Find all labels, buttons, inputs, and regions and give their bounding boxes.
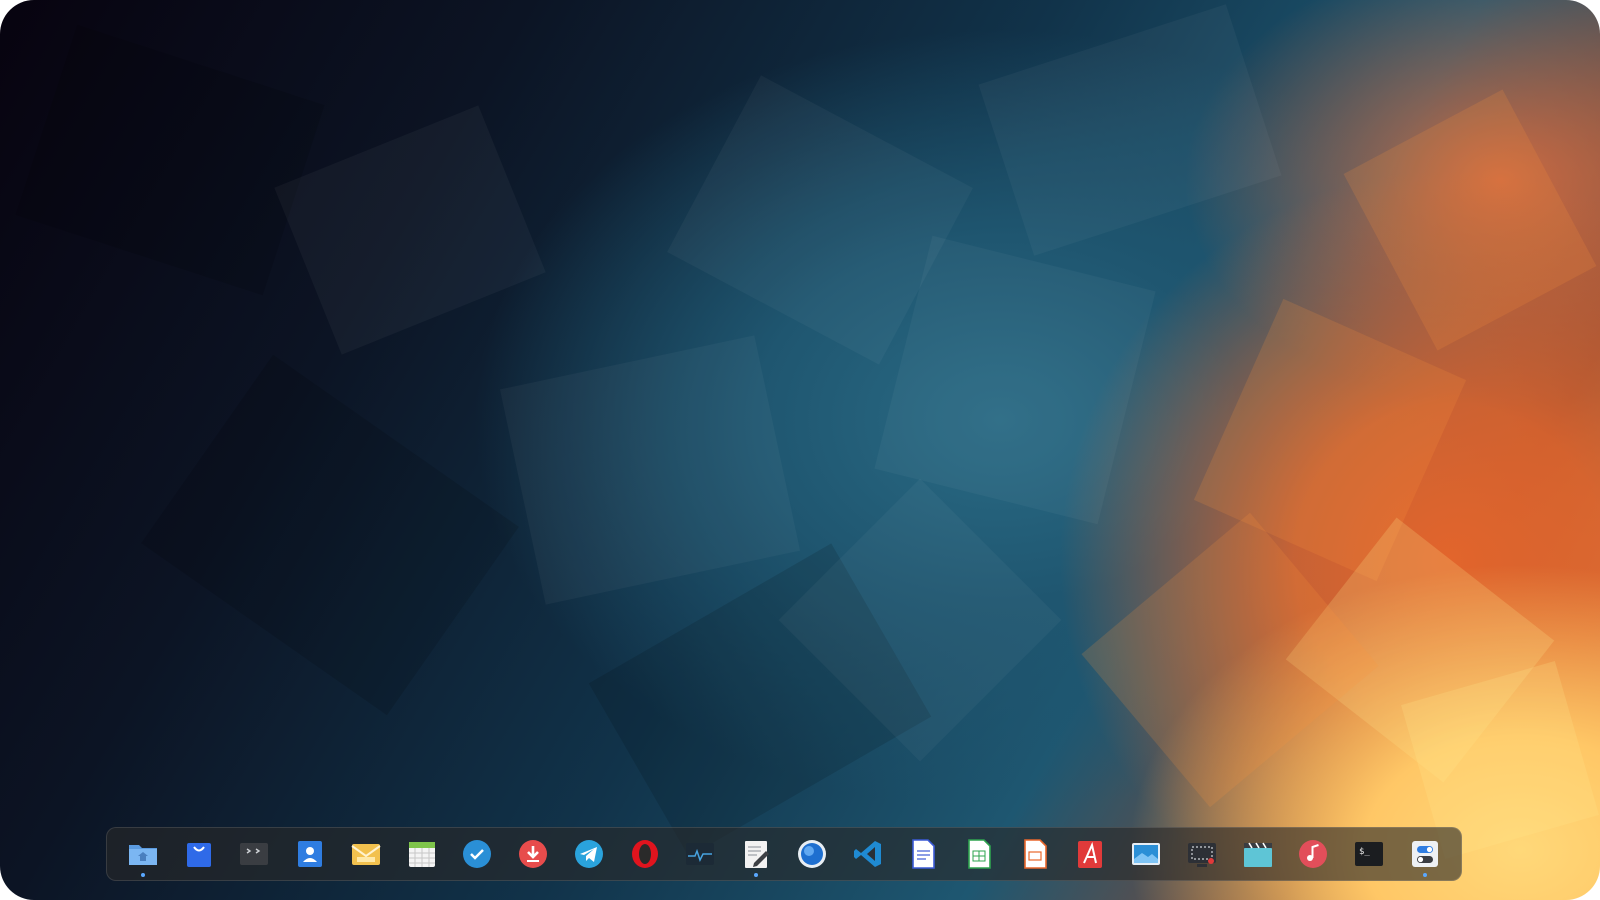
dock-item-multitask-view[interactable]: [236, 835, 272, 873]
image-viewer-icon: [1132, 843, 1161, 865]
wallpaper-shard: [499, 335, 801, 605]
running-indicator: [141, 873, 145, 877]
dock-item-mail[interactable]: [348, 835, 384, 873]
dock-item-contacts[interactable]: [292, 835, 328, 873]
movie-player-icon: [1243, 842, 1272, 867]
web-browser-icon: [797, 840, 826, 868]
control-center-icon: [1411, 841, 1438, 867]
dock-item-file-manager[interactable]: [125, 835, 161, 877]
dock-item-terminal[interactable]: $_: [1351, 835, 1387, 873]
file-manager-icon: [129, 845, 157, 865]
vscode-icon: [853, 841, 881, 867]
desktop-wallpaper: $_: [0, 0, 1600, 900]
opera-browser-icon: [631, 840, 658, 868]
dock-item-pdf-reader[interactable]: [1072, 835, 1108, 873]
system-monitor-icon: [686, 843, 715, 865]
wallpaper-shard: [141, 354, 519, 716]
terminal-prompt-glyph: $_: [1359, 847, 1370, 857]
dock-item-vscode[interactable]: [850, 835, 886, 873]
dock-item-document-writer[interactable]: [905, 835, 941, 873]
wallpaper-shard: [978, 4, 1282, 256]
dock-item-downloader[interactable]: [515, 835, 551, 873]
app-store-icon: [186, 843, 211, 867]
dock-item-telegram[interactable]: [571, 835, 607, 873]
music-player-icon: [1299, 840, 1328, 868]
dock-item-tasks[interactable]: [459, 835, 495, 873]
telegram-icon: [574, 840, 603, 868]
dock-item-movie-player[interactable]: [1240, 835, 1276, 873]
multitask-view-icon: [240, 843, 269, 865]
text-editor-icon: [745, 841, 770, 868]
dock-item-control-center[interactable]: [1407, 835, 1443, 877]
calendar-icon: [408, 842, 435, 867]
dock-item-system-monitor[interactable]: [682, 835, 718, 873]
dock-item-presentation[interactable]: [1017, 835, 1053, 873]
dock-item-web-browser[interactable]: [794, 835, 830, 873]
wallpaper-shard: [15, 24, 325, 296]
document-writer-icon: [912, 839, 936, 869]
dock-item-opera[interactable]: [627, 835, 663, 873]
mail-icon: [351, 844, 381, 865]
wallpaper-shard: [1343, 89, 1597, 351]
dock-item-screen-recorder[interactable]: [1184, 835, 1220, 873]
dock: $_: [106, 827, 1462, 881]
running-indicator: [1422, 873, 1427, 877]
tasks-check-icon: [463, 840, 492, 868]
dock-item-music-player[interactable]: [1295, 835, 1331, 873]
wallpaper-shard: [274, 105, 546, 355]
pdf-reader-icon: [1078, 841, 1103, 868]
running-indicator: [754, 873, 759, 877]
presentation-icon: [1023, 839, 1047, 869]
dock-item-image-viewer[interactable]: [1128, 835, 1164, 873]
dock-item-spreadsheet[interactable]: [961, 835, 997, 873]
dock-item-calendar[interactable]: [404, 835, 440, 873]
dock-item-text-editor[interactable]: [738, 835, 774, 877]
terminal-icon: $_: [1355, 842, 1384, 866]
contacts-icon: [298, 841, 323, 867]
dock-item-app-store[interactable]: [181, 835, 217, 873]
screen-recorder-icon: [1187, 843, 1216, 867]
downloader-icon: [519, 840, 548, 868]
spreadsheet-icon: [968, 839, 991, 869]
